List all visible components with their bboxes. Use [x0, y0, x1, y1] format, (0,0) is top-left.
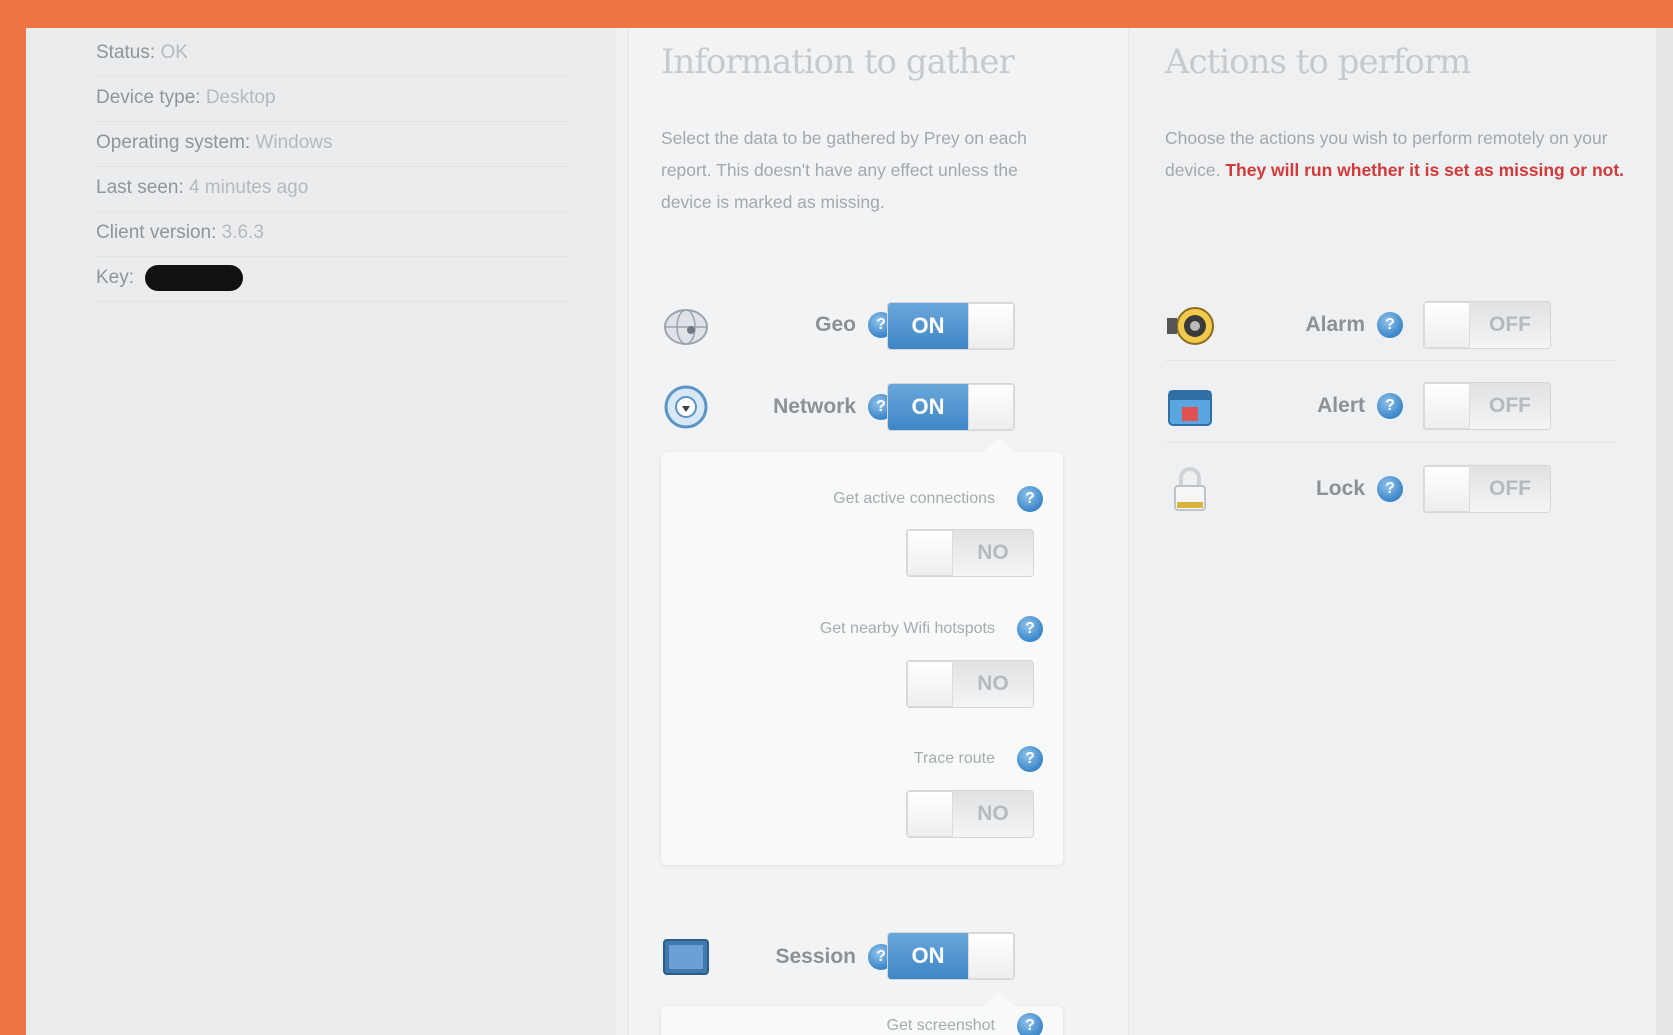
last-seen-row: Last seen: 4 minutes ago: [96, 167, 571, 212]
session-options-panel: Get screenshot ?: [661, 992, 1063, 1035]
os-row: Operating system: Windows: [96, 122, 571, 167]
actions-warning: They will run whether it is set as missi…: [1225, 160, 1625, 180]
lock-toggle[interactable]: OFF: [1423, 465, 1551, 513]
last-seen-value: 4 minutes ago: [188, 177, 309, 198]
session-icon: [661, 932, 711, 982]
key-row: Key:: [96, 257, 571, 302]
action-row-alarm: Alarm ?: [1165, 300, 1465, 352]
option-label-screenshot: Get screenshot: [886, 1017, 996, 1034]
action-label: Alert: [1317, 394, 1365, 417]
actions-title: Actions to perform: [1165, 42, 1471, 82]
module-label: Network: [773, 395, 856, 418]
actions-description: Choose the actions you wish to perform r…: [1165, 128, 1625, 180]
device-info-column: Status: OK Device type: Desktop Operatin…: [26, 28, 616, 1035]
network-icon: [661, 382, 711, 432]
help-icon[interactable]: ?: [1377, 476, 1403, 502]
network-toggle[interactable]: ON: [887, 383, 1015, 431]
redacted-key: [145, 264, 244, 291]
action-row-lock: Lock ?: [1165, 464, 1465, 516]
alert-icon: [1165, 381, 1215, 431]
status-row: Status: OK: [96, 32, 571, 77]
help-icon[interactable]: ?: [1377, 312, 1403, 338]
session-toggle[interactable]: ON: [887, 932, 1015, 980]
alert-toggle[interactable]: OFF: [1423, 382, 1551, 430]
information-title: Information to gather: [661, 42, 1015, 82]
os-value: Windows: [255, 132, 333, 153]
network-options-panel: Get active connections ? NO Get nearby W…: [661, 438, 1063, 865]
client-version-row: Client version: 3.6.3: [96, 212, 571, 257]
active-connections-toggle[interactable]: NO: [906, 529, 1034, 577]
information-description: Select the data to be gathered by Prey o…: [661, 128, 1027, 212]
alarm-toggle[interactable]: OFF: [1423, 301, 1551, 349]
alarm-icon: [1165, 300, 1215, 350]
help-icon[interactable]: ?: [1017, 746, 1043, 772]
trace-route-toggle[interactable]: NO: [906, 790, 1034, 838]
device-type-row: Device type: Desktop: [96, 77, 571, 122]
status-value: OK: [160, 42, 188, 63]
geo-toggle[interactable]: ON: [887, 302, 1015, 350]
option-label-active-connections: Get active connections: [833, 490, 995, 507]
right-gutter: [1656, 28, 1673, 1035]
action-row-alert: Alert ?: [1165, 381, 1465, 433]
action-label: Lock: [1315, 477, 1365, 500]
information-column: Information to gather Select the data to…: [628, 28, 1129, 1035]
actions-column: Actions to perform Choose the actions yo…: [1128, 28, 1654, 1035]
module-label: Geo: [815, 313, 856, 336]
globe-icon: [661, 300, 711, 350]
device-info-list: Status: OK Device type: Desktop Operatin…: [96, 32, 571, 302]
device-config-page: Status: OK Device type: Desktop Operatin…: [26, 28, 1673, 1035]
option-label-wifi-hotspots: Get nearby Wifi hotspots: [819, 620, 995, 637]
module-label: Session: [775, 945, 856, 968]
device-type-value: Desktop: [205, 87, 276, 108]
option-label-trace-route: Trace route: [913, 750, 995, 767]
lock-icon: [1165, 464, 1215, 514]
help-icon[interactable]: ?: [1377, 393, 1403, 419]
wifi-hotspots-toggle[interactable]: NO: [906, 660, 1034, 708]
help-icon[interactable]: ?: [1017, 616, 1043, 642]
help-icon[interactable]: ?: [1017, 486, 1043, 512]
help-icon[interactable]: ?: [1017, 1013, 1043, 1035]
action-label: Alarm: [1305, 313, 1365, 336]
client-version-value: 3.6.3: [221, 222, 264, 243]
